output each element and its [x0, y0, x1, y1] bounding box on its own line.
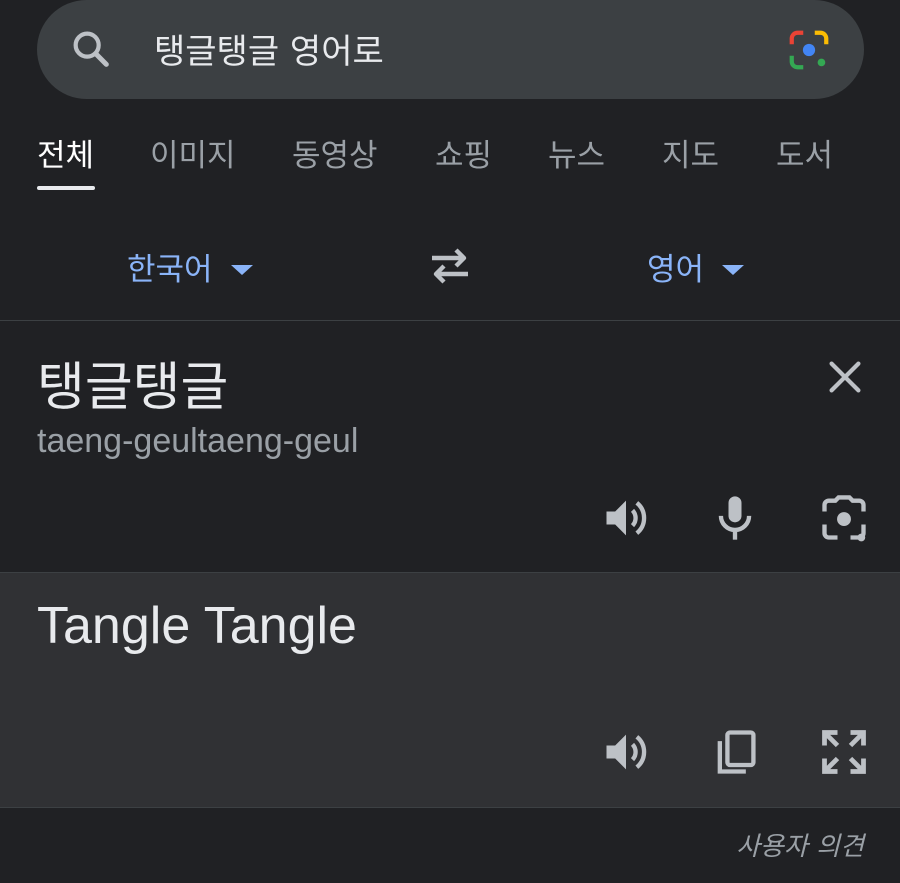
- romanization-text: taeng-geultaeng-geul: [37, 422, 359, 460]
- camera-icon[interactable]: [818, 492, 870, 544]
- search-icon[interactable]: [68, 26, 114, 72]
- divider: [0, 807, 900, 808]
- google-lens-icon[interactable]: [786, 27, 832, 73]
- search-tabs: 전체 이미지 동영상 쇼핑 뉴스 지도 도서: [0, 130, 900, 194]
- tab-books[interactable]: 도서: [776, 130, 833, 175]
- tab-all[interactable]: 전체: [37, 130, 94, 175]
- active-tab-indicator: [37, 186, 95, 190]
- translation-result-text: Tangle Tangle: [37, 597, 357, 655]
- source-language-select[interactable]: 한국어: [127, 244, 253, 289]
- source-text[interactable]: 탱글탱글: [37, 345, 228, 420]
- chevron-down-icon: [722, 264, 745, 275]
- target-language-label: 영어: [647, 252, 705, 288]
- copy-icon[interactable]: [709, 726, 761, 778]
- feedback-link[interactable]: 사용자 의견: [736, 826, 864, 863]
- tab-shopping[interactable]: 쇼핑: [435, 130, 492, 175]
- fullscreen-icon[interactable]: [818, 726, 870, 778]
- tab-news[interactable]: 뉴스: [548, 130, 605, 175]
- tab-videos[interactable]: 동영상: [292, 130, 378, 175]
- search-input[interactable]: 탱글탱글 영어로: [154, 24, 384, 73]
- target-language-select[interactable]: 영어: [647, 244, 745, 289]
- chevron-down-icon: [230, 264, 253, 275]
- tab-maps[interactable]: 지도: [662, 130, 719, 175]
- microphone-icon[interactable]: [709, 492, 761, 544]
- tab-images[interactable]: 이미지: [150, 130, 236, 175]
- speaker-icon[interactable]: [600, 492, 652, 544]
- divider: [0, 320, 900, 321]
- speaker-icon[interactable]: [600, 726, 652, 778]
- close-icon[interactable]: [822, 354, 868, 400]
- swap-languages-icon[interactable]: [426, 246, 474, 286]
- source-language-label: 한국어: [127, 252, 213, 288]
